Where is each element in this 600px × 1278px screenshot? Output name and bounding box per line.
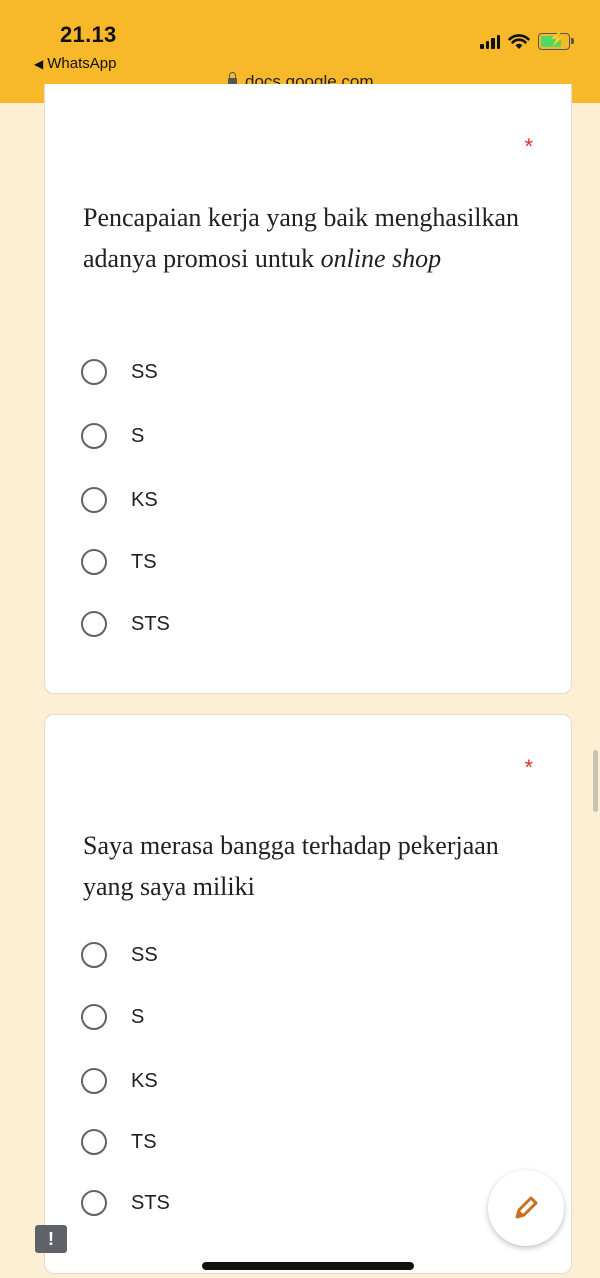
edit-fab-button[interactable] (488, 1170, 564, 1246)
radio-button[interactable] (81, 1190, 107, 1216)
option-label: S (131, 1005, 145, 1028)
required-asterisk: * (524, 134, 533, 159)
radio-button[interactable] (81, 611, 107, 637)
question-text-italic: online shop (320, 244, 442, 273)
option-label: TS (131, 550, 157, 573)
signal-icon (480, 34, 500, 49)
option-label: TS (131, 1130, 157, 1153)
radio-button[interactable] (81, 1068, 107, 1094)
scrollbar-thumb[interactable] (593, 750, 598, 812)
radio-button[interactable] (81, 1129, 107, 1155)
radio-option-sts[interactable]: STS (81, 604, 170, 644)
question-text-main: Pencapaian kerja yang baik menghasilkan … (83, 203, 520, 273)
radio-option-ss[interactable]: SS (81, 935, 158, 975)
radio-button[interactable] (81, 487, 107, 513)
back-triangle-icon: ◀ (34, 57, 44, 71)
wifi-icon (508, 33, 530, 49)
option-label: STS (131, 612, 170, 635)
radio-option-ks[interactable]: KS (81, 1061, 158, 1101)
radio-option-ts[interactable]: TS (81, 1122, 157, 1162)
option-label: S (131, 424, 145, 447)
radio-option-ss[interactable]: SS (81, 352, 158, 392)
radio-option-ts[interactable]: TS (81, 542, 157, 582)
radio-button[interactable] (81, 942, 107, 968)
system-icons: ⚡ (480, 31, 574, 50)
question-text-1: Pencapaian kerja yang baik menghasilkan … (83, 197, 523, 279)
option-label: KS (131, 1069, 158, 1092)
radio-option-ks[interactable]: KS (81, 480, 158, 520)
required-asterisk: * (524, 755, 533, 780)
battery-charging-icon: ⚡ (538, 31, 574, 50)
radio-option-s[interactable]: S (81, 416, 144, 456)
option-label: SS (131, 360, 158, 383)
radio-button[interactable] (81, 549, 107, 575)
pencil-icon (515, 1196, 538, 1219)
status-time: 21.13 (60, 22, 117, 47)
radio-option-sts[interactable]: STS (81, 1183, 170, 1223)
back-to-app-link[interactable]: ◀ WhatsApp (34, 55, 116, 72)
home-indicator[interactable] (202, 1262, 414, 1270)
question-text-2: Saya merasa bangga terhadap pekerjaan ya… (83, 831, 499, 901)
option-label: KS (131, 488, 158, 511)
back-app-label: WhatsApp (47, 55, 117, 72)
option-label: STS (131, 1191, 170, 1214)
question-card-1: * Pencapaian kerja yang baik menghasilka… (44, 84, 572, 694)
feedback-icon[interactable]: ! (35, 1225, 67, 1253)
option-label: SS (131, 943, 158, 966)
radio-button[interactable] (81, 1004, 107, 1030)
radio-option-s[interactable]: S (81, 997, 144, 1037)
radio-button[interactable] (81, 359, 107, 385)
radio-button[interactable] (81, 423, 107, 449)
